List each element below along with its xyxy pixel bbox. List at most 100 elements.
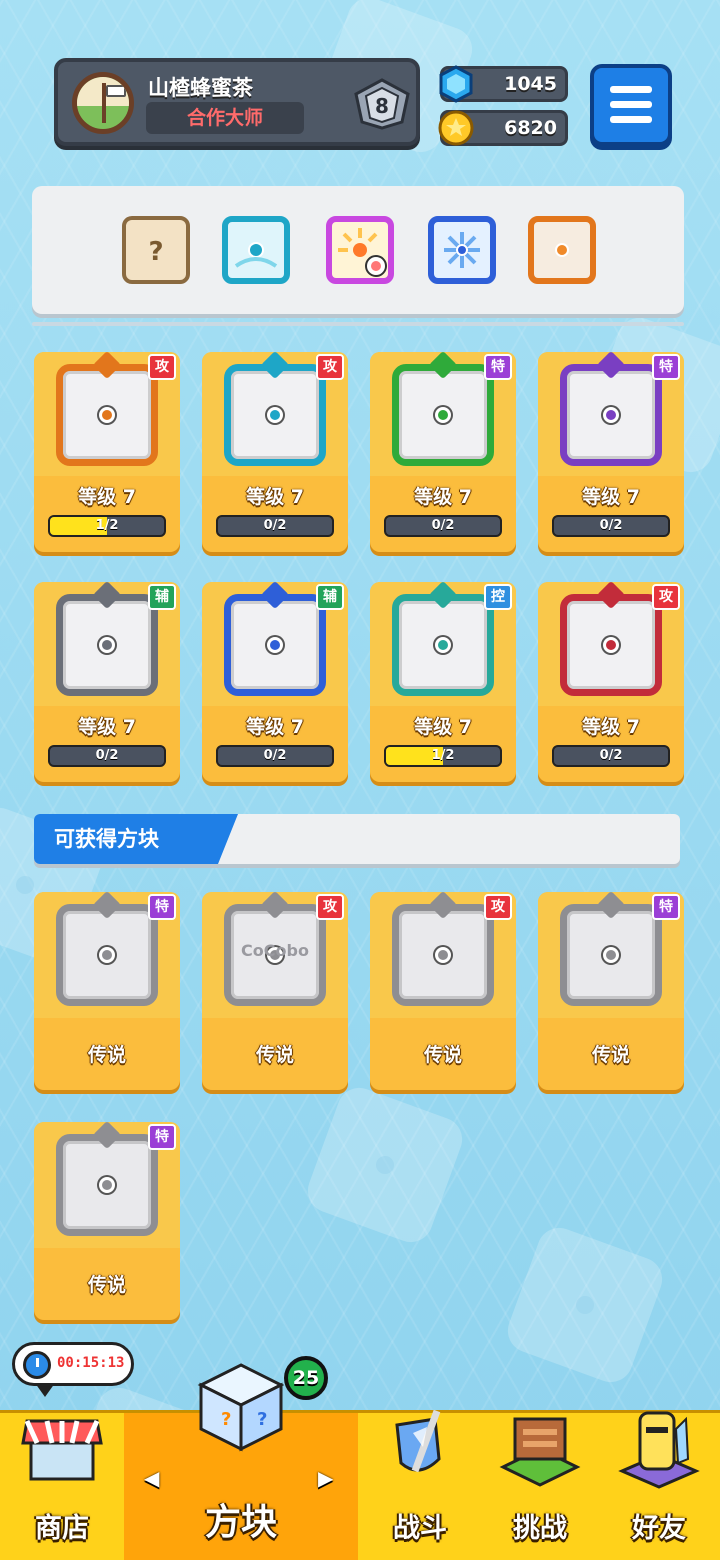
- cyan-dragon-dice-icon[interactable]: [222, 216, 290, 284]
- upgrade-progress-text: 0/2: [263, 518, 287, 533]
- dice-type-tag: 攻: [652, 584, 680, 610]
- dice-rarity-label: 传说: [87, 1274, 126, 1296]
- upgrade-progress-text: 0/2: [95, 748, 119, 763]
- dice-type-tag: 辅: [316, 584, 344, 610]
- nav-battle[interactable]: 战斗: [358, 1409, 482, 1560]
- cycle-dice-icon: [56, 594, 158, 696]
- locked-dice-card[interactable]: 攻传说: [370, 892, 516, 1090]
- upgrade-progress-text: 1/2: [431, 748, 455, 763]
- dice-level: 等级 7: [414, 486, 472, 508]
- ice-dragon-dice-icon[interactable]: [428, 216, 496, 284]
- gem-icon: [439, 65, 473, 103]
- dice-type-tag: 特: [148, 894, 176, 920]
- dice-type-tag: 特: [652, 894, 680, 920]
- dice-card[interactable]: 特等级 7 0/2: [370, 352, 516, 552]
- dice-card[interactable]: 攻等级 7 0/2: [538, 582, 684, 782]
- gem-count: 1045: [504, 73, 557, 95]
- shop-icon: [21, 1419, 103, 1481]
- nav-prev-arrow-icon[interactable]: ◀: [144, 1466, 159, 1490]
- rank-number: 8: [375, 94, 389, 118]
- dice-type-tag: 特: [652, 354, 680, 380]
- upgrade-progress-bar: 0/2: [552, 515, 670, 537]
- vortex-dice-icon: [560, 594, 662, 696]
- dice-card[interactable]: 攻等级 7 1/2: [34, 352, 180, 552]
- dice-type-tag: 控: [484, 584, 512, 610]
- upgrade-progress-bar: 1/2: [48, 515, 166, 537]
- dice-level: 等级 7: [246, 716, 304, 738]
- nav-challenge[interactable]: 挑战: [482, 1413, 598, 1560]
- dice-type-tag: 攻: [316, 354, 344, 380]
- clock-icon: [23, 1351, 51, 1379]
- upgrade-progress-bar: 1/2: [384, 745, 502, 767]
- dice-card[interactable]: 控等级 7 1/2: [370, 582, 516, 782]
- dice-cube-icon: ? ?: [197, 1363, 285, 1452]
- gun-dice-icon: [56, 364, 158, 466]
- dice-card[interactable]: 辅等级 7 0/2: [34, 582, 180, 782]
- nav-friends[interactable]: 好友: [598, 1411, 720, 1560]
- dice-loadout: ?: [32, 186, 684, 314]
- dice-card[interactable]: 攻等级 7 0/2: [202, 352, 348, 552]
- dice-card[interactable]: 特等级 7 0/2: [538, 352, 684, 552]
- nav-next-arrow-icon[interactable]: ▶: [318, 1466, 333, 1490]
- player-title: 合作大师: [146, 102, 304, 134]
- dice-rarity-label: 传说: [87, 1044, 126, 1066]
- avatar: [72, 72, 134, 134]
- upgrade-progress-text: 0/2: [599, 518, 623, 533]
- upgrade-progress-text: 0/2: [599, 748, 623, 763]
- dice-type-tag: 特: [148, 1124, 176, 1150]
- locked-dice-card[interactable]: 特传说: [538, 892, 684, 1090]
- upgrade-progress-bar: 0/2: [384, 515, 502, 537]
- dice-rarity-label: 传说: [255, 1044, 294, 1066]
- locked-dice-card[interactable]: 特传说: [34, 892, 180, 1090]
- orange-dragon-dice-icon[interactable]: [528, 216, 596, 284]
- sun-skin-dice-icon[interactable]: [326, 216, 394, 284]
- background-dice-deco: [301, 1081, 469, 1249]
- menu-icon: [610, 86, 652, 93]
- player-name: 山楂蜂蜜茶: [148, 76, 253, 100]
- divider: [32, 322, 684, 326]
- grass-dice-icon: [392, 364, 494, 466]
- locked-dice-card[interactable]: 特传说: [34, 1122, 180, 1320]
- player-profile[interactable]: 山楂蜂蜜茶 合作大师 8: [54, 58, 420, 146]
- dice-type-tag: 攻: [316, 894, 344, 920]
- emblem-dice-icon: [560, 904, 662, 1006]
- nav-friends-label: 好友: [632, 1513, 686, 1544]
- mystery-dice-icon[interactable]: ?: [122, 216, 190, 284]
- upgrade-progress-text: 0/2: [431, 518, 455, 533]
- event-timer[interactable]: 00:15:13: [12, 1342, 134, 1397]
- dice-type-tag: 辅: [148, 584, 176, 610]
- dice-type-tag: 攻: [148, 354, 176, 380]
- svg-text:?: ?: [148, 237, 163, 267]
- heart-dice-icon: [56, 1134, 158, 1236]
- background-dice-deco: [501, 1221, 669, 1389]
- dice-level: 等级 7: [414, 716, 472, 738]
- locked-dice-card[interactable]: CoCobo 攻传说: [202, 892, 348, 1090]
- available-dice-header: 可获得方块: [34, 814, 680, 864]
- dice-level: 等级 7: [78, 486, 136, 508]
- challenge-sign-icon: [499, 1417, 581, 1487]
- coin-icon: [438, 110, 474, 146]
- dice-rarity-label: 传说: [591, 1044, 630, 1066]
- combo-text: CoCobo: [241, 941, 309, 960]
- upgrade-progress-text: 1/2: [95, 518, 119, 533]
- sword-dice-icon: [56, 904, 158, 1006]
- coin-counter[interactable]: 6820: [438, 110, 568, 146]
- svg-text:?: ?: [221, 1409, 231, 1430]
- nav-shop-label: 商店: [35, 1513, 89, 1544]
- wind-dice-icon: [392, 594, 494, 696]
- nav-shop[interactable]: 商店: [0, 1413, 124, 1560]
- sword-shield-icon: [395, 1409, 441, 1473]
- gem-counter[interactable]: 1045: [439, 65, 568, 103]
- nav-dice-label: 方块: [204, 1502, 277, 1543]
- nav-challenge-label: 挑战: [513, 1513, 567, 1544]
- upgrade-progress-bar: 0/2: [552, 745, 670, 767]
- menu-button[interactable]: [590, 64, 672, 146]
- dice-level: 等级 7: [78, 716, 136, 738]
- dice-card[interactable]: 辅等级 7 0/2: [202, 582, 348, 782]
- moon-dice-icon: [224, 594, 326, 696]
- available-dice-title: 可获得方块: [34, 814, 238, 864]
- svg-text:?: ?: [257, 1409, 267, 1430]
- dice-count-badge: 25: [284, 1356, 328, 1400]
- dice-level: 等级 7: [246, 486, 304, 508]
- upgrade-progress-bar: 0/2: [216, 515, 334, 537]
